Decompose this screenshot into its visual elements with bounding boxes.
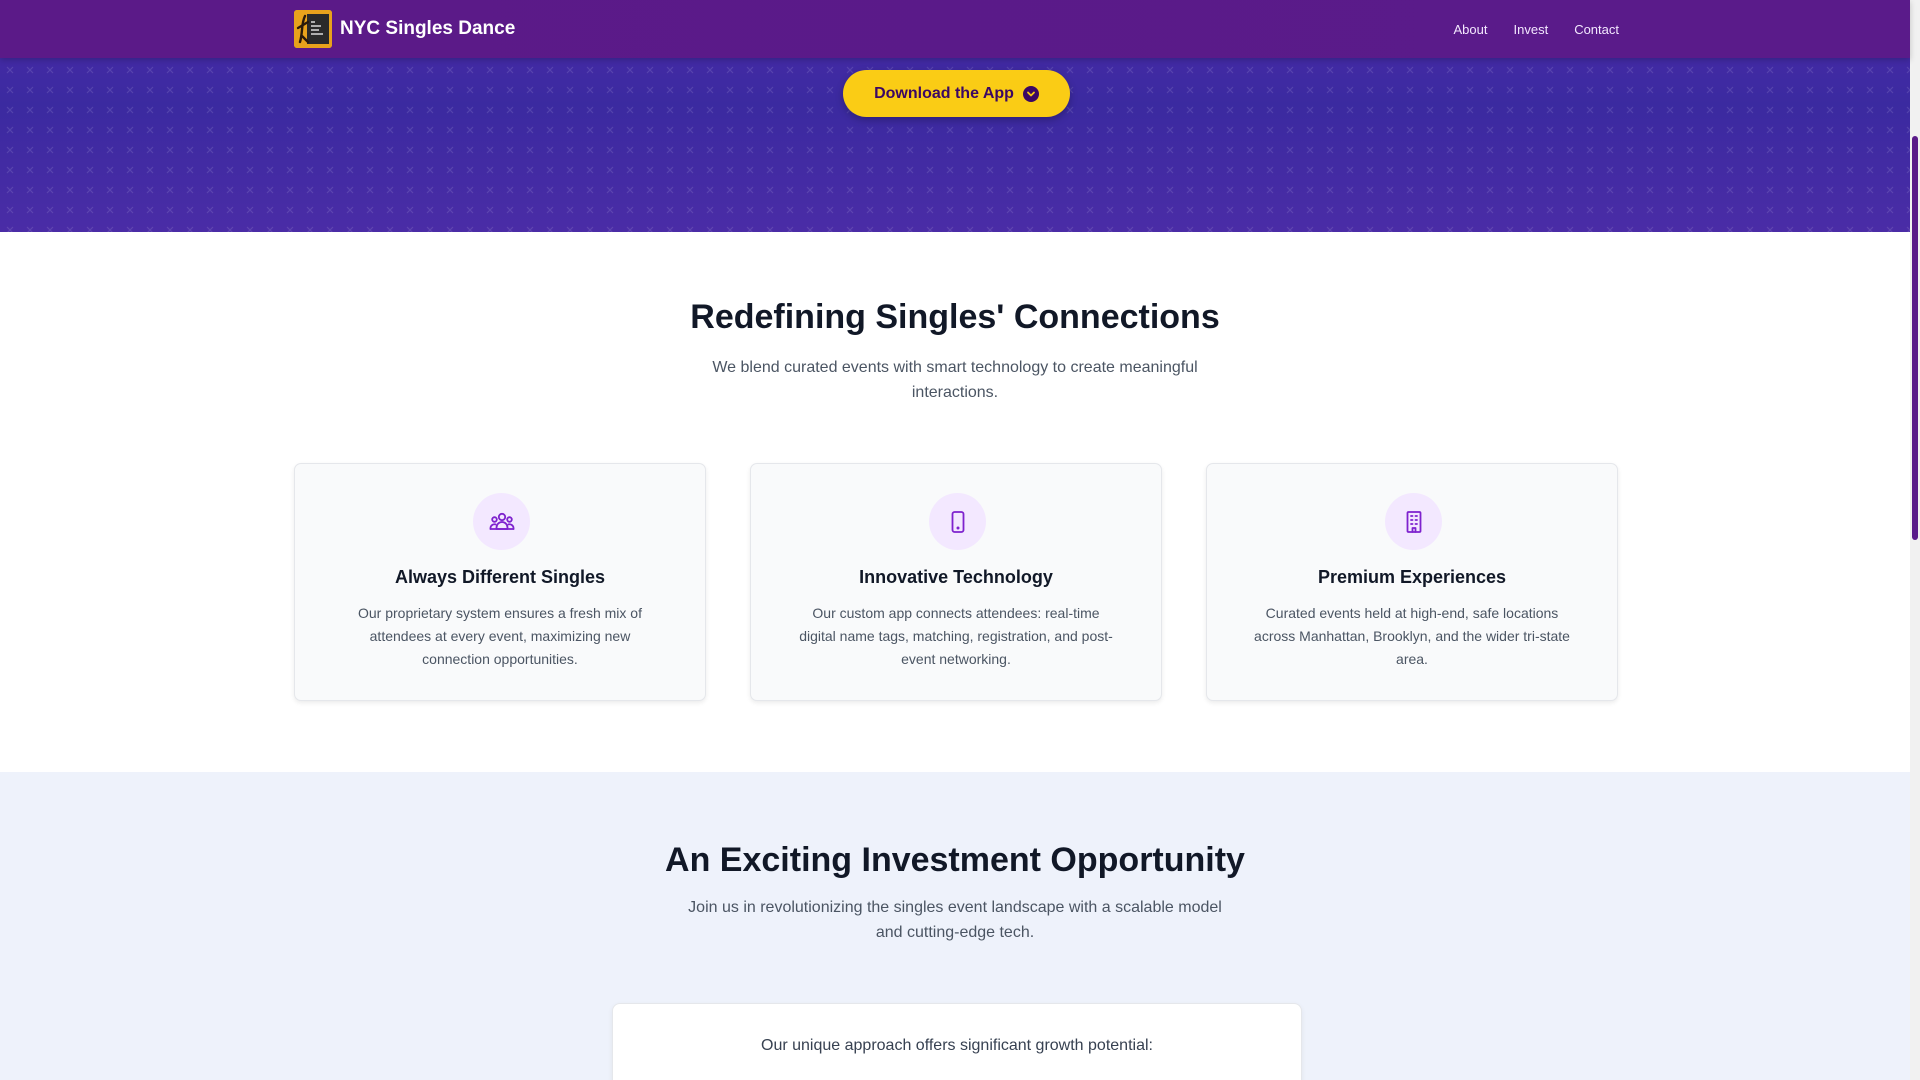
nav-link-about[interactable]: About: [1454, 22, 1488, 37]
features-subtitle-line2: interactions.: [911, 384, 999, 401]
smartphone-icon: [929, 493, 986, 550]
card-text: Our custom app connects attendees: real-…: [799, 605, 1113, 667]
card-title: Premium Experiences: [1317, 567, 1507, 587]
card-title: Innovative Technology: [859, 567, 1053, 587]
invest-subtitle: Join us in revolutionizing the singles e…: [630, 895, 1280, 945]
invest-subtitle-line2: and cutting-edge tech.: [875, 924, 1035, 941]
brand-logo: [294, 10, 332, 48]
invest-box-text: Our unique approach offers significant g…: [761, 1037, 1153, 1054]
feature-card: Innovative Technology Our custom app con…: [750, 463, 1162, 701]
invest-subtitle-line1: Join us in revolutionizing the singles e…: [688, 899, 1222, 916]
nav-link-invest[interactable]: Invest: [1514, 22, 1549, 37]
download-app-button[interactable]: Download the App: [843, 70, 1070, 117]
features-title: Redefining Singles' Connections: [690, 298, 1220, 336]
invest-details-card: Our unique approach offers significant g…: [612, 1003, 1302, 1080]
top-nav: NYC Singles Dance About Invest Contact: [0, 0, 1910, 58]
building-icon: [1385, 493, 1442, 550]
card-text: Curated events held at high-end, safe lo…: [1254, 605, 1570, 667]
features-subtitle: We blend curated events with smart techn…: [655, 355, 1255, 405]
brand-link[interactable]: NYC Singles Dance: [294, 10, 515, 48]
invest-section: An Exciting Investment Opportunity Join …: [0, 772, 1910, 1080]
feature-card: Always Different Singles Our proprietary…: [294, 463, 706, 701]
nav-links: About Invest Contact: [1454, 22, 1619, 37]
features-subtitle-line1: We blend curated events with smart techn…: [712, 359, 1198, 376]
features-section: Redefining Singles' Connections We blend…: [0, 232, 1910, 772]
feature-cards: Always Different Singles Our proprietary…: [294, 463, 1619, 701]
chevron-down-circle-icon: [1022, 85, 1039, 102]
invest-title: An Exciting Investment Opportunity: [665, 841, 1245, 879]
people-group-icon: [473, 493, 530, 550]
card-title: Always Different Singles: [394, 567, 606, 587]
brand-name: NYC Singles Dance: [340, 18, 516, 39]
feature-card: Premium Experiences Curated events held …: [1206, 463, 1618, 701]
download-app-label: Download the App: [874, 84, 1014, 102]
nav-link-contact[interactable]: Contact: [1574, 22, 1619, 37]
scrollbar-thumb[interactable]: [1912, 136, 1918, 540]
card-text: Our proprietary system ensures a fresh m…: [358, 605, 642, 667]
